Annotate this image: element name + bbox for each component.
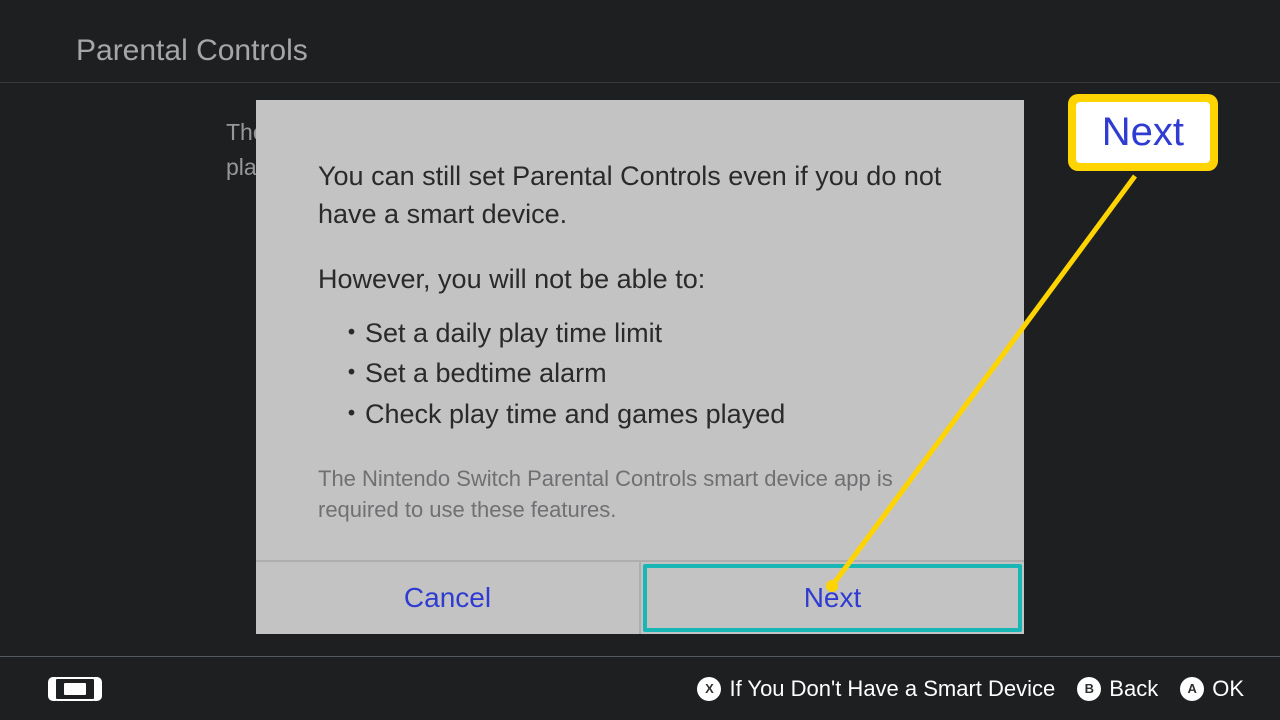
b-button-hint[interactable]: B Back xyxy=(1077,676,1158,702)
controller-indicator xyxy=(48,677,102,701)
annotation-callout-label: Next xyxy=(1076,102,1210,163)
a-hint-label: OK xyxy=(1212,676,1244,702)
dialog-paragraph-1: You can still set Parental Controls even… xyxy=(318,158,962,234)
confirmation-dialog: You can still set Parental Controls even… xyxy=(256,100,1024,634)
bg-line2-left: pla xyxy=(226,154,257,180)
b-hint-label: Back xyxy=(1109,676,1158,702)
next-button[interactable]: Next xyxy=(641,562,1024,634)
dialog-button-row: Cancel Next xyxy=(256,560,1024,634)
list-item: Set a daily play time limit xyxy=(338,313,962,354)
x-button-icon: X xyxy=(697,677,721,701)
list-item: Set a bedtime alarm xyxy=(338,353,962,394)
a-button-icon: A xyxy=(1180,677,1204,701)
page-header: Parental Controls xyxy=(0,0,1280,83)
annotation-callout: Next xyxy=(1068,94,1218,171)
cancel-button[interactable]: Cancel xyxy=(256,562,641,634)
footer-bar: X If You Don't Have a Smart Device B Bac… xyxy=(0,656,1280,720)
dialog-limitations-list: Set a daily play time limit Set a bedtim… xyxy=(318,313,962,435)
list-item: Check play time and games played xyxy=(338,394,962,435)
x-hint-label: If You Don't Have a Smart Device xyxy=(729,676,1055,702)
dialog-footnote: The Nintendo Switch Parental Controls sm… xyxy=(318,464,962,526)
next-button-label: Next xyxy=(804,582,862,614)
dialog-content: You can still set Parental Controls even… xyxy=(256,100,1024,560)
b-button-icon: B xyxy=(1077,677,1101,701)
cancel-button-label: Cancel xyxy=(404,582,491,614)
footer-hints: X If You Don't Have a Smart Device B Bac… xyxy=(697,676,1244,702)
x-button-hint[interactable]: X If You Don't Have a Smart Device xyxy=(697,676,1055,702)
page-title: Parental Controls xyxy=(76,34,1280,68)
dialog-paragraph-2: However, you will not be able to: xyxy=(318,264,962,295)
a-button-hint[interactable]: A OK xyxy=(1180,676,1244,702)
annotation-callout-box: Next xyxy=(1068,94,1218,171)
handheld-controller-icon xyxy=(48,677,102,701)
